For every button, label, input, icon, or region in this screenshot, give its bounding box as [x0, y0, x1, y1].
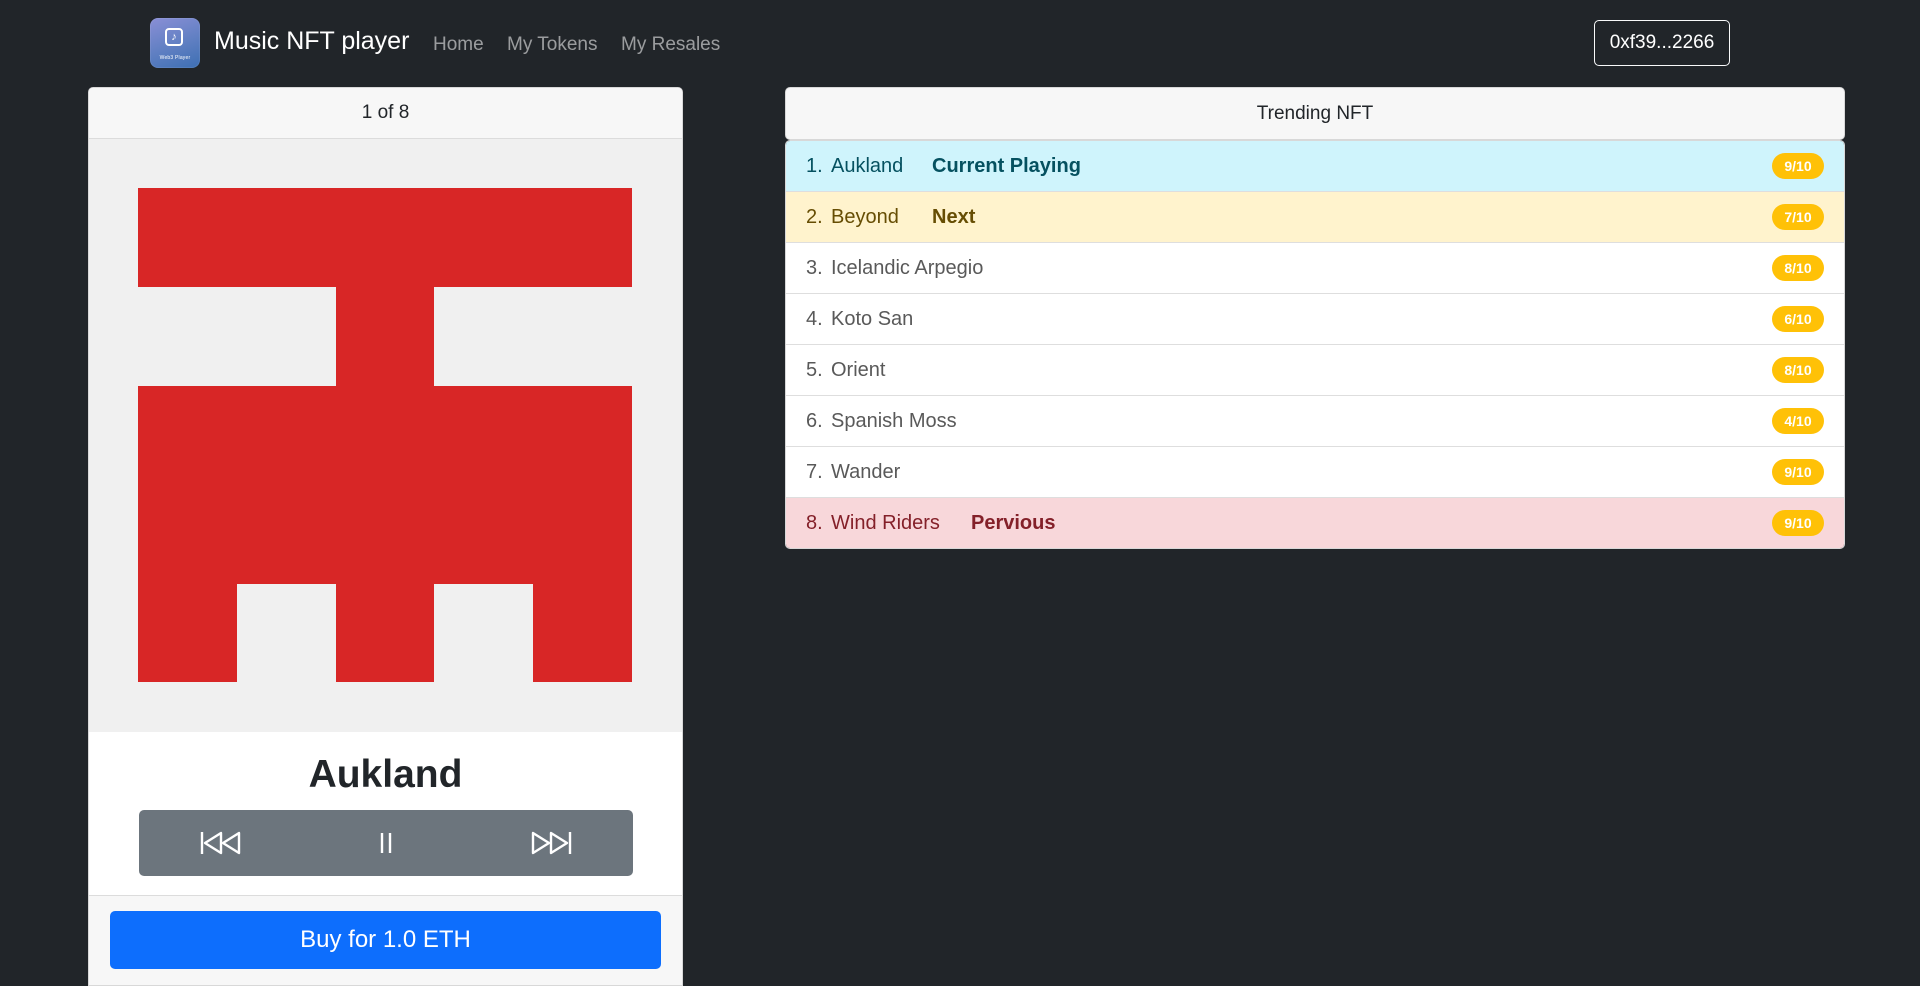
item-name: Wind Riders — [831, 512, 940, 534]
item-name: Beyond — [831, 206, 899, 228]
skip-forward-icon — [531, 831, 571, 855]
item-number: 5. — [806, 359, 823, 381]
logo-text: Web3 Player — [159, 55, 191, 61]
item-number: 7. — [806, 461, 823, 483]
item-number: 4. — [806, 308, 823, 330]
nav-link-home[interactable]: Home — [433, 32, 484, 58]
card-footer: Buy for 1.0 ETH — [89, 895, 682, 985]
item-status: Current Playing — [932, 155, 1081, 177]
item-status: Pervious — [971, 512, 1056, 534]
pause-icon — [380, 833, 392, 853]
item-name: Icelandic Arpegio — [831, 257, 984, 279]
trending-item[interactable]: 6. Spanish Moss 4/10 — [786, 396, 1844, 447]
trending-item[interactable]: 3. Icelandic Arpegio 8/10 — [786, 243, 1844, 294]
rating-badge: 9/10 — [1772, 153, 1824, 179]
player-controls — [139, 810, 633, 876]
trending-item[interactable]: 5. Orient 8/10 — [786, 345, 1844, 396]
item-status: Next — [932, 206, 976, 228]
player-card: 1 of 8 Aukland Buy for 1.0 ETH — [88, 87, 683, 986]
nav-link-my-resales[interactable]: My Resales — [621, 32, 720, 58]
brand-title[interactable]: Music NFT player — [214, 24, 409, 58]
account-button[interactable]: 0xf39...2266 — [1594, 20, 1730, 66]
trending-item[interactable]: 1. Aukland Current Playing 9/10 — [786, 141, 1844, 192]
item-number: 3. — [806, 257, 823, 279]
item-name: Aukland — [831, 155, 904, 177]
pause-button[interactable] — [304, 810, 469, 876]
trending-item[interactable]: 4. Koto San 6/10 — [786, 294, 1844, 345]
rating-badge: 9/10 — [1772, 510, 1824, 536]
item-number: 8. — [806, 512, 823, 534]
item-number: 6. — [806, 410, 823, 432]
nav-link-my-tokens[interactable]: My Tokens — [507, 32, 597, 58]
track-counter: 1 of 8 — [89, 88, 682, 139]
track-title: Aukland — [308, 753, 463, 796]
trending-item[interactable]: 2. Beyond Next 7/10 — [786, 192, 1844, 243]
trending-item[interactable]: 8. Wind Riders Pervious 9/10 — [786, 498, 1844, 548]
rating-badge: 8/10 — [1772, 255, 1824, 281]
music-note-icon: ♪ — [165, 28, 183, 46]
trending-list: 1. Aukland Current Playing 9/10 2. Beyon… — [785, 140, 1845, 549]
rating-badge: 6/10 — [1772, 306, 1824, 332]
buy-button[interactable]: Buy for 1.0 ETH — [110, 911, 661, 969]
album-art — [89, 139, 682, 732]
skip-backward-button[interactable] — [139, 810, 304, 876]
rating-badge: 7/10 — [1772, 204, 1824, 230]
rating-badge: 9/10 — [1772, 459, 1824, 485]
skip-forward-button[interactable] — [468, 810, 633, 876]
item-number: 2. — [806, 206, 823, 228]
item-number: 1. — [806, 155, 823, 177]
item-name: Koto San — [831, 308, 914, 330]
skip-backward-icon — [201, 831, 241, 855]
app-logo[interactable]: ♪ Web3 Player — [150, 18, 200, 68]
navbar: ♪ Web3 Player Music NFT player Home My T… — [0, 0, 1920, 86]
item-name: Spanish Moss — [831, 410, 957, 432]
rating-badge: 4/10 — [1772, 408, 1824, 434]
item-name: Wander — [831, 461, 901, 483]
identicon-art — [138, 188, 632, 682]
trending-header: Trending NFT — [785, 87, 1845, 140]
trending-item[interactable]: 7. Wander 9/10 — [786, 447, 1844, 498]
item-name: Orient — [831, 359, 886, 381]
rating-badge: 8/10 — [1772, 357, 1824, 383]
